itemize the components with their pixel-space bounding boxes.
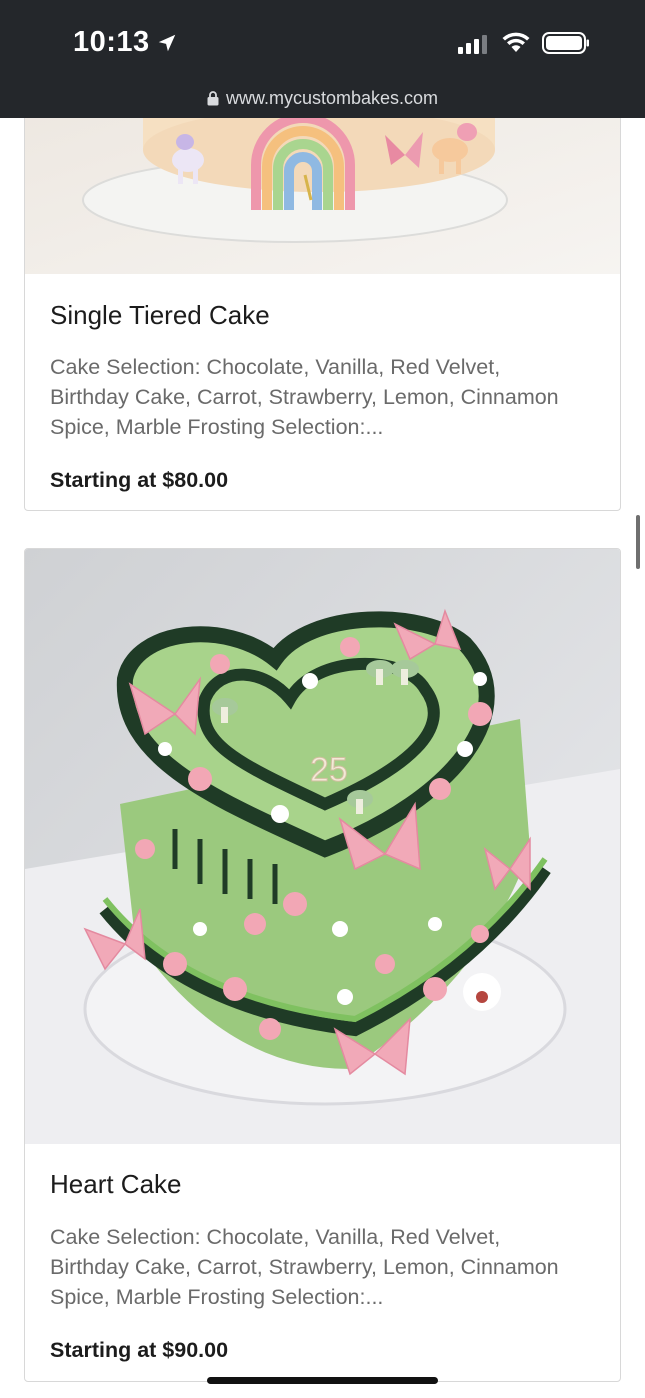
product-description: Cake Selection: Chocolate, Vanilla, Red … [50, 1225, 559, 1309]
product-card[interactable]: Single Tiered Cake Cake Selection: Choco… [24, 80, 621, 511]
product-price: Starting at $80.00 [50, 468, 229, 492]
status-time: 10:13 [73, 26, 178, 59]
location-arrow-icon [158, 34, 175, 51]
product-description: Cake Selection: Chocolate, Vanilla, Red … [50, 355, 559, 439]
browser-top-bar: 10:13 www.mycustombakes.com [0, 0, 645, 118]
wifi-icon [502, 32, 530, 52]
address-bar[interactable]: www.mycustombakes.com [0, 88, 645, 109]
product-price: Starting at $90.00 [50, 1338, 229, 1362]
product-card[interactable]: 25 Heart Cake Cake Selection: Chocolate,… [24, 548, 621, 1382]
product-image[interactable]: 25 [25, 549, 620, 1144]
product-title[interactable]: Heart Cake [50, 1169, 182, 1200]
cellular-signal-icon [458, 35, 487, 54]
status-time-text: 10:13 [73, 26, 150, 58]
page-scrollbar[interactable] [636, 515, 640, 569]
product-title[interactable]: Single Tiered Cake [50, 300, 270, 331]
lock-icon [207, 91, 219, 106]
battery-icon [542, 32, 589, 54]
home-indicator[interactable] [207, 1377, 438, 1384]
cake-topper-number: 25 [310, 751, 348, 789]
url-text: www.mycustombakes.com [225, 88, 439, 108]
